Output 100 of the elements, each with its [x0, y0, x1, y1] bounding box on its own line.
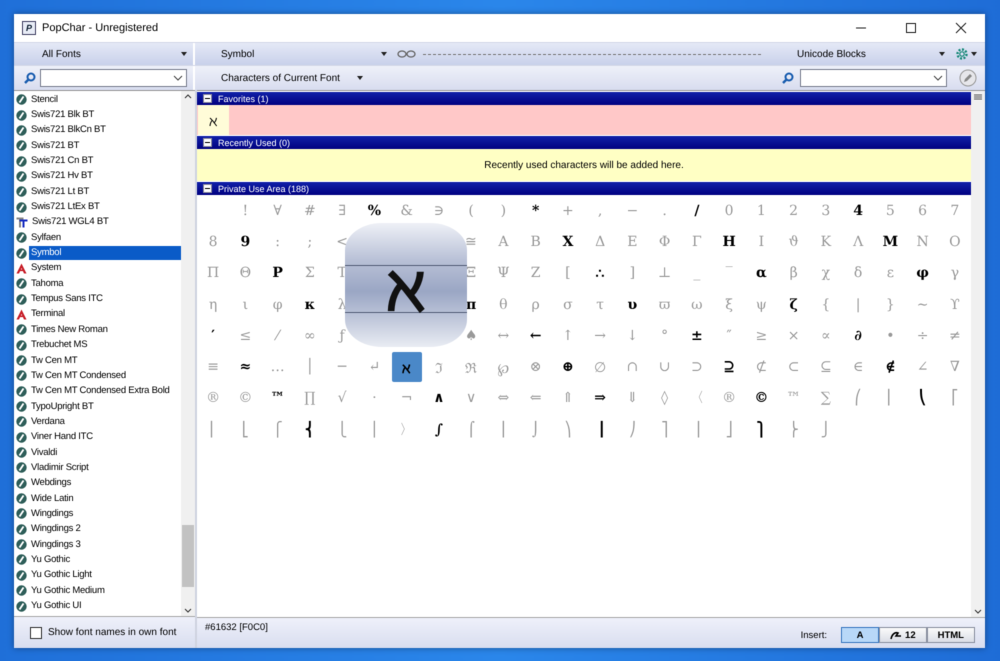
- character-cell[interactable]: ,: [584, 195, 616, 226]
- character-cell[interactable]: *: [520, 195, 552, 226]
- character-cell[interactable]: ®: [197, 382, 230, 414]
- character-cell[interactable]: ι: [229, 288, 262, 320]
- character-cell[interactable]: ⊇: [713, 351, 746, 383]
- character-cell[interactable]: ψ: [745, 288, 778, 320]
- character-cell[interactable]: 5: [874, 195, 906, 226]
- font-list-item[interactable]: Swis721 BT: [14, 138, 181, 154]
- font-list-item[interactable]: Swis721 Blk BT: [14, 107, 181, 123]
- character-cell[interactable]: ): [487, 195, 520, 226]
- character-cell[interactable]: ⎣: [229, 414, 262, 446]
- character-cell[interactable]: ⎨: [294, 414, 326, 446]
- character-cell[interactable]: ⎜: [874, 382, 906, 414]
- character-cell[interactable]: ℘: [487, 351, 520, 383]
- section-header[interactable]: Private Use Area (188): [197, 182, 971, 195]
- insert-mode-button[interactable]: 12: [879, 627, 927, 643]
- character-cell[interactable]: ⎥: [680, 414, 713, 446]
- character-cell[interactable]: ∫: [422, 414, 455, 446]
- character-cell[interactable]: ρ: [520, 288, 552, 320]
- font-list-item[interactable]: TypoUpright BT: [14, 398, 181, 414]
- font-list-item[interactable]: Tempus Sans ITC: [14, 291, 181, 307]
- character-cell[interactable]: ∀: [262, 195, 294, 226]
- scrollbar[interactable]: [181, 91, 195, 616]
- character-cell[interactable]: 4: [842, 195, 874, 226]
- character-cell[interactable]: ⎧: [262, 414, 294, 446]
- character-cell[interactable]: ↓: [616, 320, 648, 352]
- character-cell[interactable]: ∅: [584, 351, 616, 383]
- character-cell[interactable]: ™: [262, 382, 294, 414]
- font-list-item[interactable]: System: [14, 260, 181, 276]
- character-cell[interactable]: &: [390, 195, 423, 226]
- collapse-icon[interactable]: [203, 184, 212, 193]
- character-cell[interactable]: 0: [713, 195, 746, 226]
- character-cell[interactable]: ‾: [713, 258, 746, 289]
- font-list-item[interactable]: Wingdings 2: [14, 522, 181, 537]
- character-cell[interactable]: ∉: [874, 351, 906, 383]
- character-cell[interactable]: ⊗: [520, 351, 552, 383]
- font-list-item[interactable]: Times New Roman: [14, 322, 181, 338]
- character-cell[interactable]: _: [680, 258, 713, 289]
- character-cell[interactable]: ⌡: [520, 414, 552, 446]
- character-cell[interactable]: 6: [906, 195, 939, 226]
- section-header[interactable]: Recently Used (0): [197, 136, 971, 149]
- font-list-item[interactable]: Tw Cen MT Condensed Extra Bold: [14, 384, 181, 399]
- character-cell[interactable]: :: [262, 226, 294, 258]
- font-list-item[interactable]: Wide Latin: [14, 490, 181, 506]
- character-cell[interactable]: ©: [229, 382, 262, 414]
- character-cell[interactable]: ∨: [455, 382, 488, 414]
- font-list-item[interactable]: Wingdings 3: [14, 536, 181, 552]
- font-list-item[interactable]: Vivaldi: [14, 444, 181, 460]
- character-cell[interactable]: ⎤: [648, 414, 681, 446]
- character-cell[interactable]: χ: [810, 258, 842, 289]
- character-cell[interactable]: ®: [713, 382, 746, 414]
- character-cell[interactable]: ∇: [938, 351, 971, 383]
- character-cell[interactable]: 8: [197, 226, 230, 258]
- character-cell[interactable]: ≈: [229, 351, 262, 383]
- character-cell[interactable]: α: [745, 258, 778, 289]
- character-cell[interactable]: ∧: [422, 382, 455, 414]
- character-cell[interactable]: %: [358, 195, 390, 226]
- menu-icon[interactable]: [974, 94, 982, 100]
- character-cell[interactable]: β: [778, 258, 810, 289]
- font-list-item[interactable]: Swis721 LtEx BT: [14, 199, 181, 215]
- character-cell[interactable]: ⊄: [745, 351, 778, 383]
- font-search-field[interactable]: [40, 69, 187, 87]
- character-cell[interactable]: ≥: [745, 320, 778, 352]
- character-cell[interactable]: ÷: [906, 320, 939, 352]
- font-list-item[interactable]: Wingdings: [14, 506, 181, 522]
- character-cell[interactable]: υ: [616, 288, 648, 320]
- character-cell[interactable]: ⎦: [713, 414, 746, 446]
- insert-mode-button[interactable]: HTML: [926, 627, 975, 643]
- character-cell[interactable]: ⎭: [810, 414, 842, 446]
- character-cell[interactable]: ∑: [810, 382, 842, 414]
- character-cell[interactable]: ⎛: [842, 382, 874, 414]
- insert-mode-button[interactable]: A: [841, 627, 880, 643]
- character-cell[interactable]: Γ: [680, 226, 713, 258]
- font-list-item[interactable]: Swis721 BlkCn BT: [14, 122, 181, 138]
- font-list-item[interactable]: Verdana: [14, 414, 181, 430]
- character-cell[interactable]: (: [455, 195, 488, 226]
- character-cell[interactable]: ×: [778, 320, 810, 352]
- character-cell[interactable]: /: [680, 195, 713, 226]
- character-cell[interactable]: Ψ: [487, 258, 520, 289]
- character-cell[interactable]: ⇓: [616, 382, 648, 414]
- font-list-item[interactable]: Swis721 WGL4 BT: [14, 214, 181, 230]
- font-filter-dropdown[interactable]: All Fonts: [24, 48, 187, 60]
- character-cell[interactable]: #: [294, 195, 326, 226]
- character-cell[interactable]: ℵ: [392, 352, 422, 382]
- font-list-item[interactable]: Tahoma: [14, 276, 181, 292]
- character-cell[interactable]: 〉: [390, 414, 423, 446]
- font-list-item[interactable]: Tw Cen MT Condensed: [14, 368, 181, 384]
- character-cell[interactable]: ⎡: [938, 382, 971, 414]
- character-cell[interactable]: [: [552, 258, 584, 289]
- character-cell[interactable]: ≠: [938, 320, 971, 352]
- character-cell[interactable]: ⇐: [520, 382, 552, 414]
- character-cell[interactable]: +: [552, 195, 584, 226]
- character-cell[interactable]: ~: [906, 288, 939, 320]
- character-cell[interactable]: ⇑: [552, 382, 584, 414]
- character-cell[interactable]: 2: [778, 195, 810, 226]
- character-cell[interactable]: ∴: [584, 258, 616, 289]
- character-cell[interactable]: {: [810, 288, 842, 320]
- maximize-icon[interactable]: [905, 22, 917, 34]
- font-list-item[interactable]: Viner Hand ITC: [14, 430, 181, 445]
- character-cell[interactable]: │: [294, 351, 326, 383]
